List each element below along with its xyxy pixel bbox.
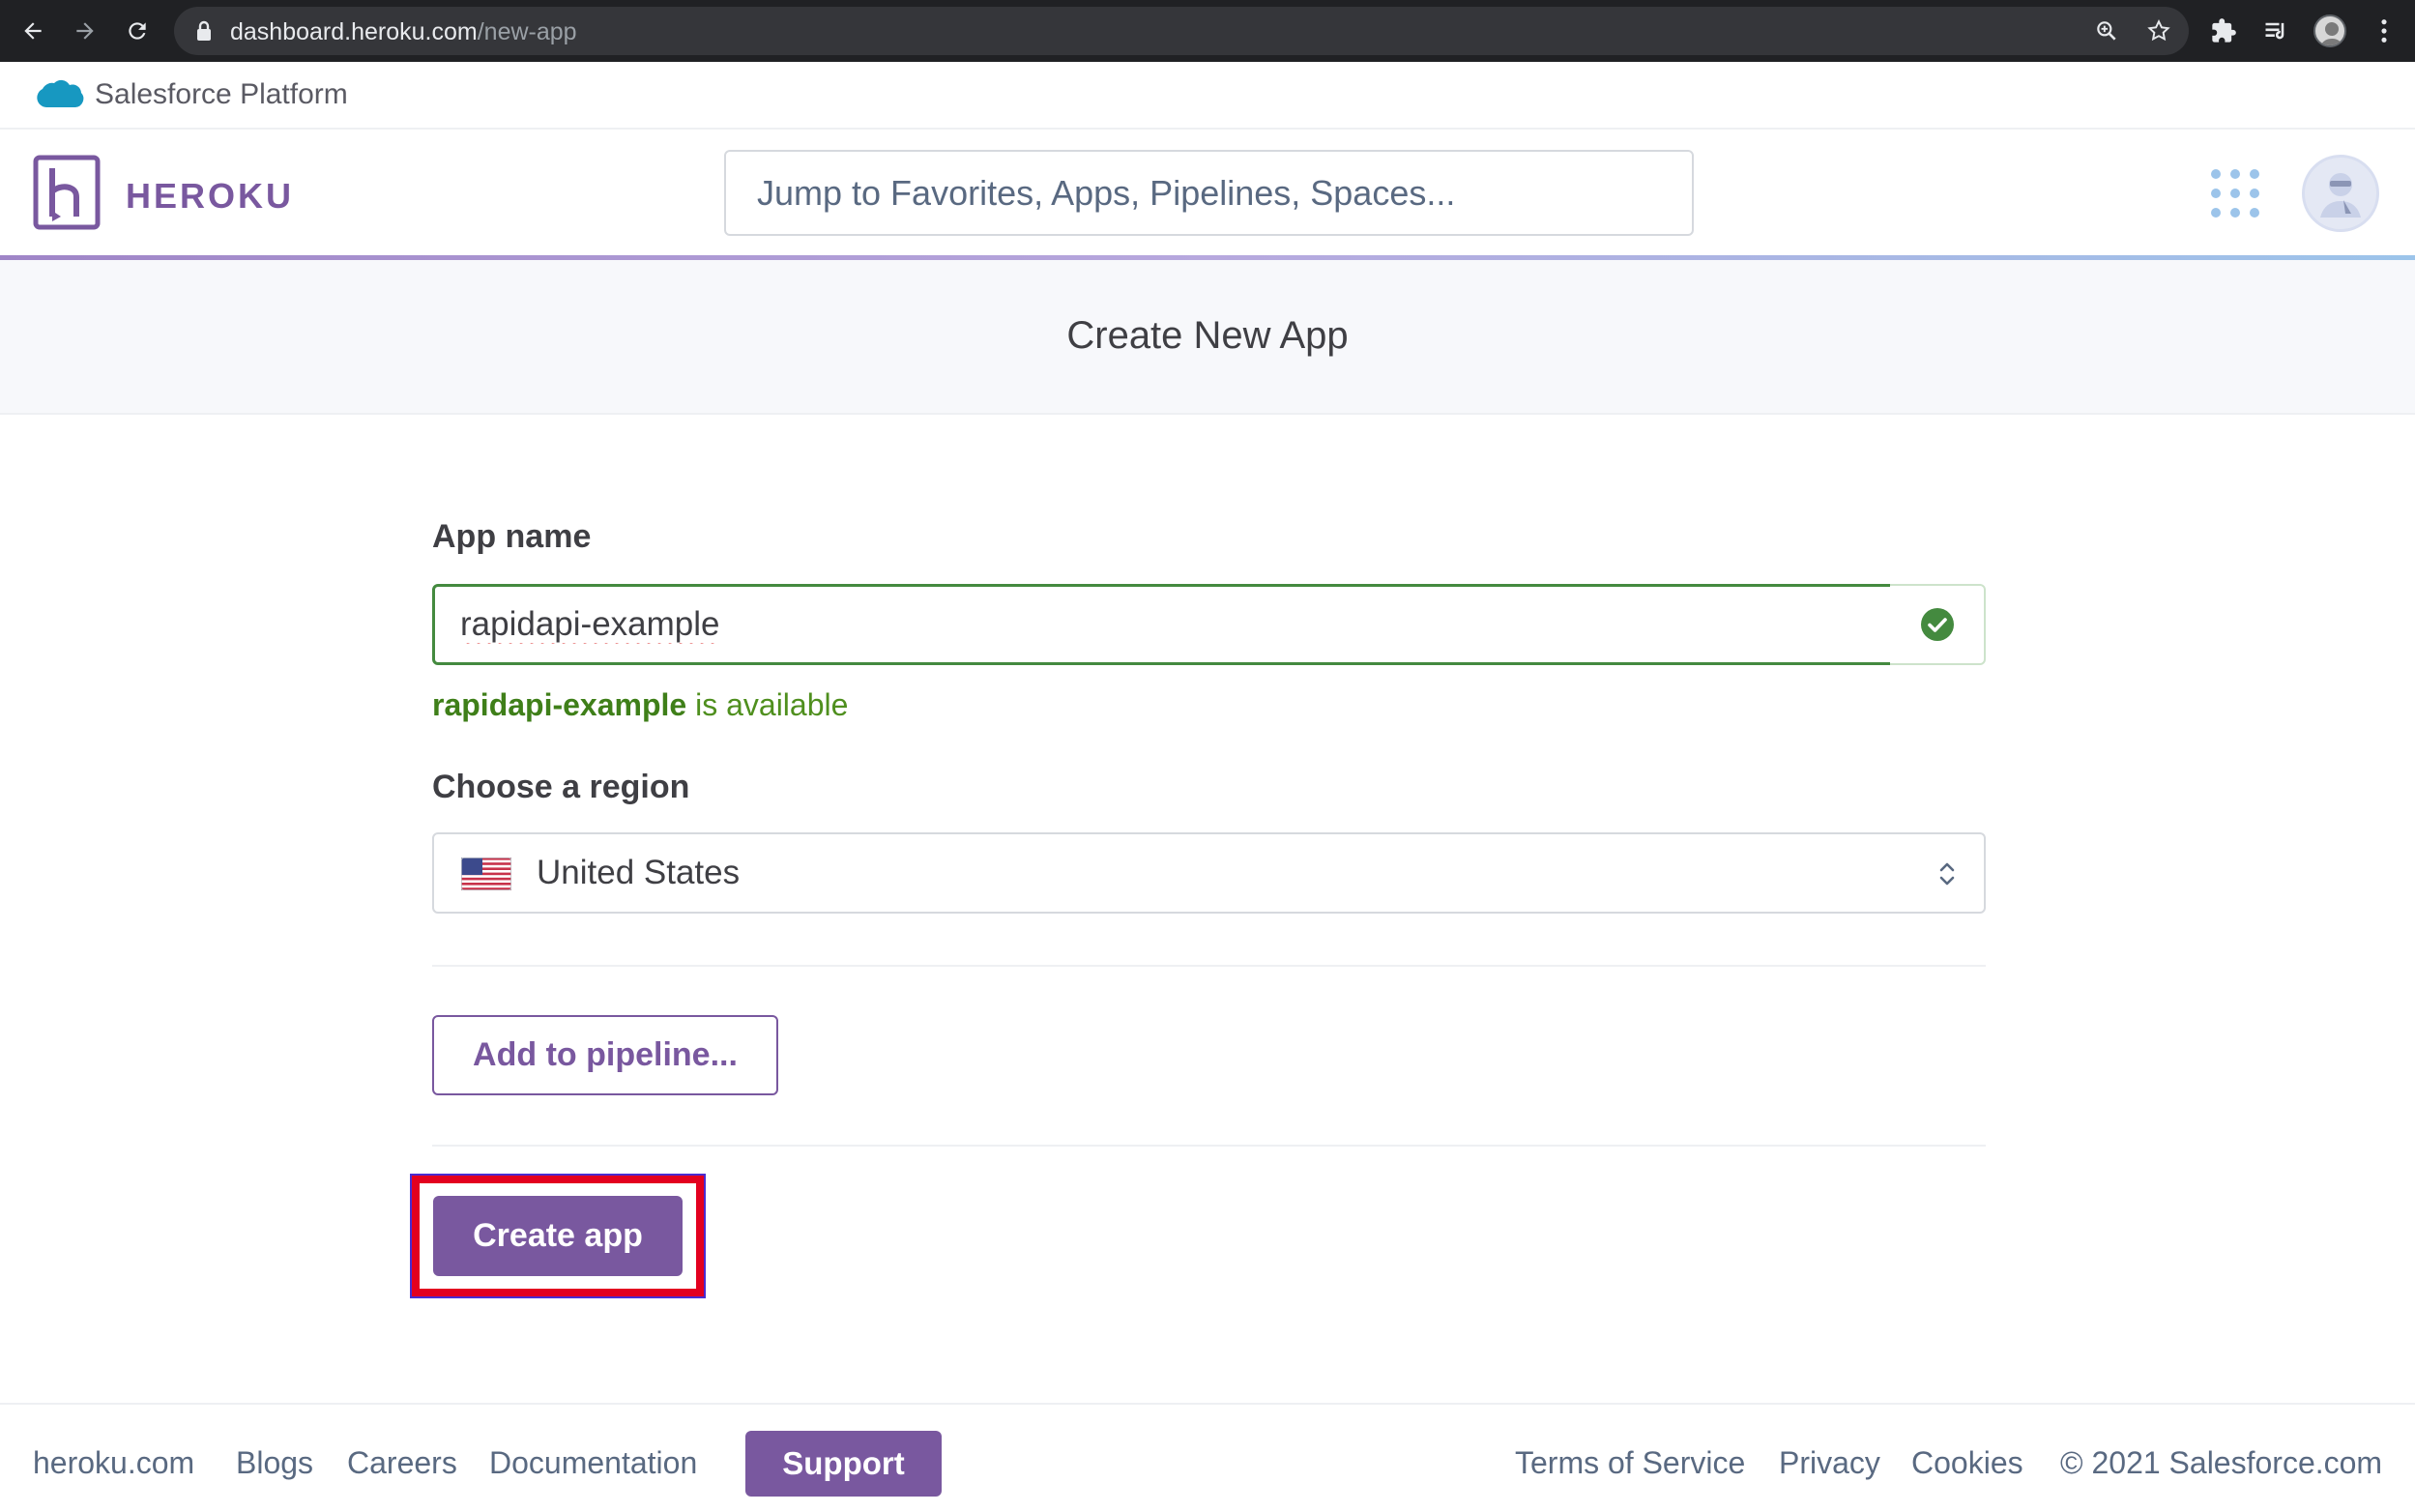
- region-label: Choose a region: [432, 769, 690, 805]
- lock-icon: [195, 20, 213, 42]
- footer-link-careers[interactable]: Careers: [347, 1445, 457, 1481]
- app-name-input[interactable]: [432, 584, 1893, 665]
- page-footer: heroku.com Blogs Careers Documentation S…: [0, 1403, 2415, 1512]
- footer-link-cookies[interactable]: Cookies: [1911, 1445, 2023, 1481]
- salesforce-cloud-icon[interactable]: [33, 77, 85, 119]
- footer-link-blogs[interactable]: Blogs: [236, 1445, 313, 1481]
- salesforce-platform-label: Salesforce Platform: [95, 78, 348, 110]
- create-app-form: App name rapidapi-example is available C…: [0, 417, 2415, 1403]
- user-avatar[interactable]: [2302, 155, 2379, 232]
- heroku-header: HEROKU: [0, 130, 2415, 257]
- browser-profile-avatar[interactable]: [2313, 14, 2347, 48]
- us-flag-icon: [461, 858, 511, 890]
- section-divider: [432, 1145, 1986, 1147]
- jump-to-search-input[interactable]: [724, 150, 1694, 236]
- check-circle-icon: [1920, 608, 1954, 641]
- browser-toolbar: dashboard.heroku.com/new-app: [0, 0, 2415, 62]
- app-name-field-group: [432, 584, 1986, 665]
- section-divider: [432, 965, 1986, 967]
- page-title-band: Create New App: [0, 260, 2415, 415]
- url-host: dashboard.heroku.com: [230, 18, 478, 45]
- reading-list-icon[interactable]: [2258, 14, 2293, 48]
- footer-link-terms[interactable]: Terms of Service: [1515, 1445, 1745, 1481]
- browser-menu-icon[interactable]: [2367, 14, 2401, 48]
- region-selected-value: United States: [537, 854, 741, 891]
- apps-grid-icon[interactable]: [2210, 168, 2260, 218]
- heroku-brand-text[interactable]: HEROKU: [126, 176, 294, 217]
- region-select[interactable]: United States: [432, 832, 1986, 914]
- page-title: Create New App: [1066, 314, 1349, 357]
- app-name-label: App name: [432, 518, 592, 555]
- app-name-valid-addon: [1890, 584, 1986, 665]
- create-app-button[interactable]: Create app: [433, 1196, 683, 1276]
- footer-link-heroku[interactable]: heroku.com: [33, 1445, 194, 1481]
- reload-icon[interactable]: [118, 12, 157, 50]
- back-icon[interactable]: [14, 12, 52, 50]
- zoom-icon[interactable]: [2092, 16, 2121, 45]
- footer-copyright: © 2021 Salesforce.com: [2060, 1445, 2383, 1480]
- footer-link-documentation[interactable]: Documentation: [489, 1445, 697, 1481]
- extensions-icon[interactable]: [2206, 14, 2241, 48]
- availability-suffix: is available: [686, 687, 849, 722]
- availability-message: rapidapi-example is available: [432, 687, 848, 723]
- select-chevron-icon: [1939, 862, 1955, 886]
- address-bar[interactable]: dashboard.heroku.com/new-app: [174, 7, 2189, 55]
- heroku-logo-icon[interactable]: [33, 155, 101, 230]
- url-text: dashboard.heroku.com/new-app: [230, 18, 577, 46]
- footer-link-privacy[interactable]: Privacy: [1779, 1445, 1880, 1481]
- add-to-pipeline-button[interactable]: Add to pipeline...: [432, 1015, 778, 1095]
- availability-app-name: rapidapi-example: [432, 687, 687, 722]
- support-button[interactable]: Support: [745, 1431, 942, 1497]
- url-path: /new-app: [477, 18, 577, 45]
- bookmark-star-icon[interactable]: [2144, 16, 2173, 45]
- salesforce-platform-bar: Salesforce Platform: [0, 62, 2415, 130]
- forward-icon[interactable]: [66, 12, 104, 50]
